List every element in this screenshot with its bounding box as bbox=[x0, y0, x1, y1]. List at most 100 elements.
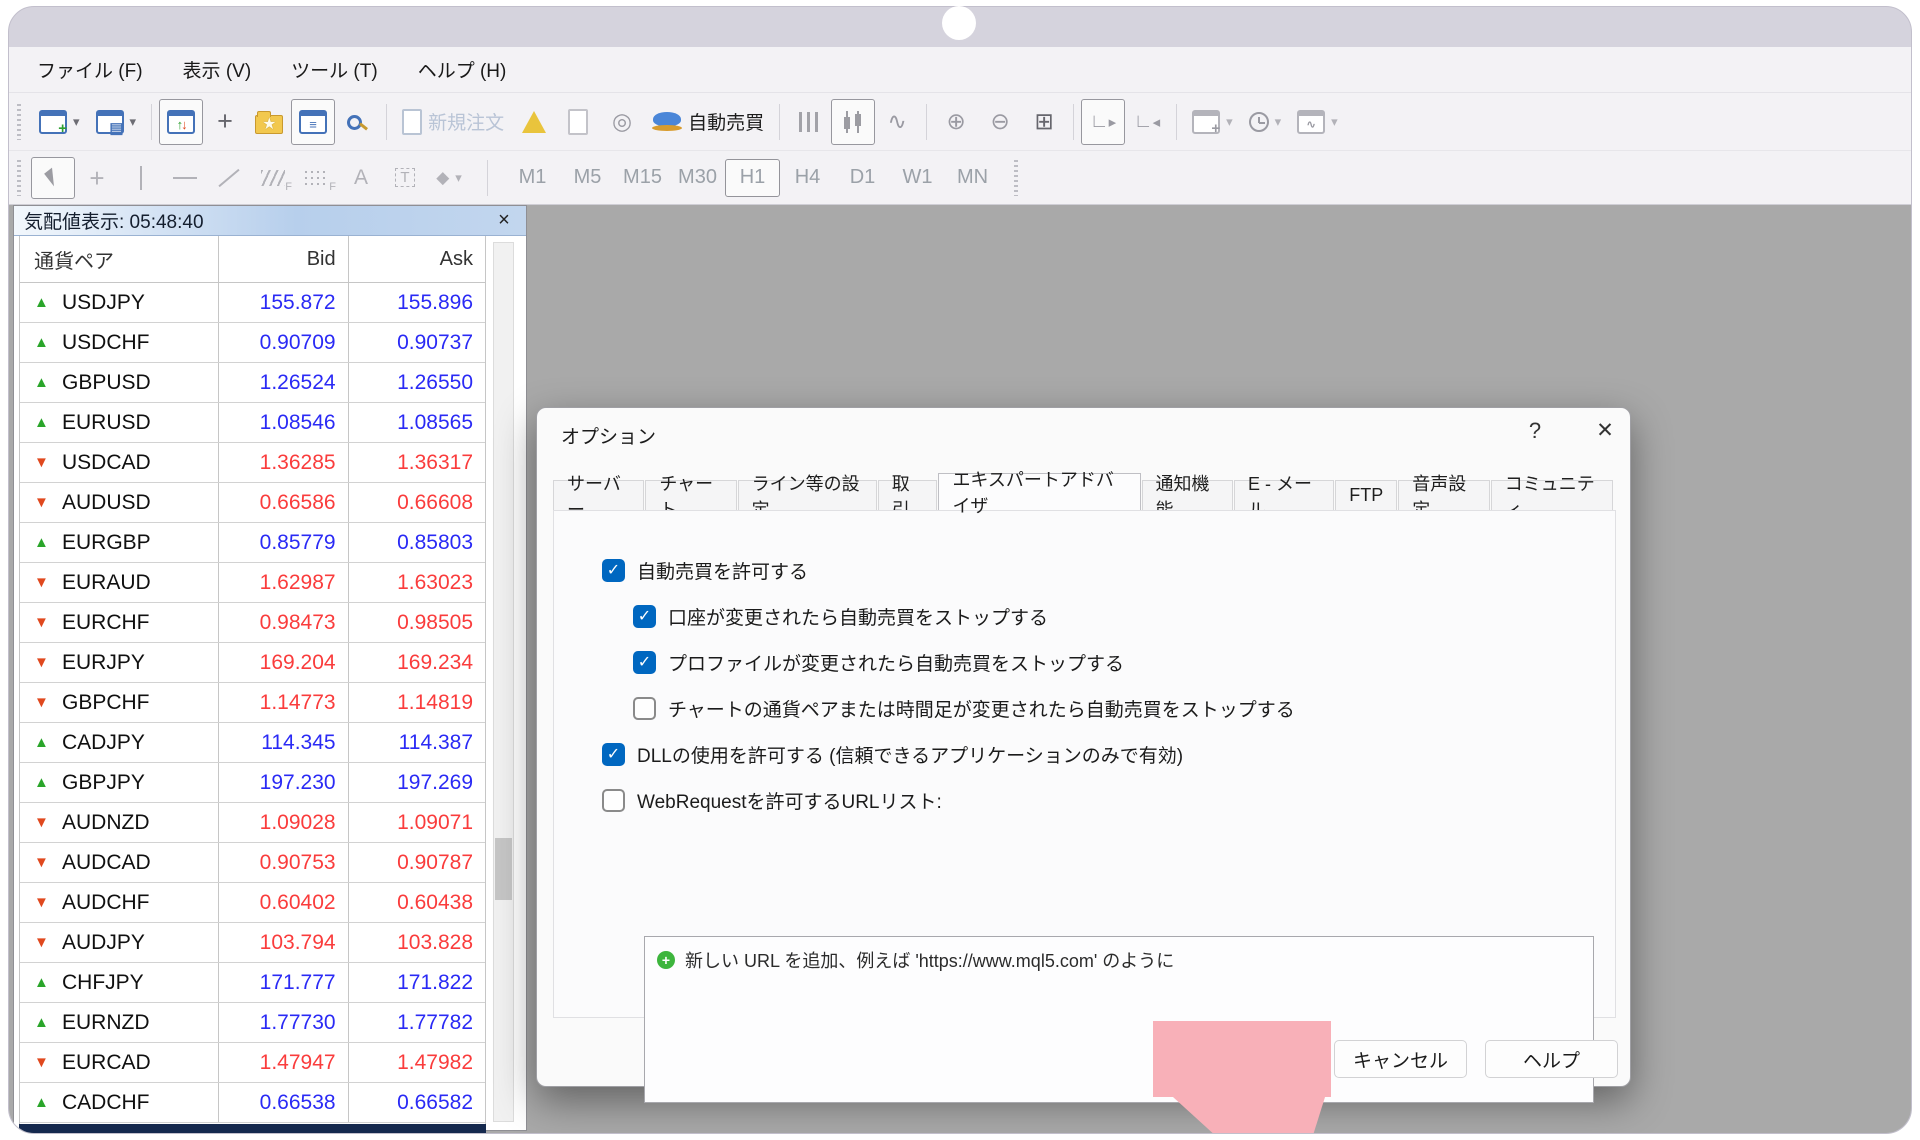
text-label-button[interactable]: T bbox=[383, 155, 427, 201]
market-watch-row[interactable]: ▼ GBPCHF 1.14773 1.14819 bbox=[20, 683, 485, 723]
dialog-help-icon[interactable]: ? bbox=[1517, 418, 1553, 448]
market-watch-row[interactable]: ▲ CADCHF 0.66538 0.66582 bbox=[20, 1083, 485, 1123]
market-watch-titlebar[interactable]: 気配値表示: 05:48:40 × bbox=[14, 206, 526, 236]
dialog-tab[interactable]: チャート bbox=[645, 480, 736, 510]
timeframe-button-m1[interactable]: M1 bbox=[505, 159, 560, 197]
candlestick-chart-button[interactable] bbox=[831, 99, 875, 145]
timeframe-button-m5[interactable]: M5 bbox=[560, 159, 615, 197]
url-add-row[interactable]: + 新しい URL を追加、例えば 'https://www.mql5.com'… bbox=[645, 937, 1593, 983]
metaeditor-button[interactable] bbox=[512, 99, 556, 145]
terminal-toggle-button[interactable]: ≡ bbox=[291, 99, 335, 145]
dialog-tab[interactable]: 通知機能 bbox=[1142, 480, 1233, 510]
cancel-button[interactable]: キャンセル bbox=[1334, 1040, 1467, 1078]
sound-alert-button[interactable]: ◎ bbox=[600, 99, 644, 145]
strategy-tester-button[interactable] bbox=[335, 99, 379, 145]
column-header-symbol[interactable]: 通貨ペア bbox=[20, 236, 219, 282]
market-watch-row[interactable]: ▼ EURJPY 169.204 169.234 bbox=[20, 643, 485, 683]
dialog-tab[interactable]: サーバー bbox=[553, 480, 644, 510]
dialog-tab[interactable]: ライン等の設定 bbox=[738, 480, 877, 510]
menu-item[interactable]: ファイル (F) bbox=[25, 56, 171, 83]
market-watch-row[interactable]: ▲ GBPUSD 1.26524 1.26550 bbox=[20, 363, 485, 403]
dialog-tab[interactable]: エキスパートアドバイザ bbox=[938, 473, 1140, 510]
market-watch-row[interactable]: ▲ CHFJPY 171.777 171.822 bbox=[20, 963, 485, 1003]
new-chart-button[interactable]: + ▾ bbox=[31, 99, 88, 145]
market-watch-header-row[interactable]: 通貨ペア Bid Ask bbox=[20, 236, 485, 283]
zoom-in-button[interactable]: ⊕ bbox=[934, 99, 978, 145]
market-watch-row[interactable]: ▼ AUDUSD 0.66586 0.66608 bbox=[20, 483, 485, 523]
toolbar-grip[interactable] bbox=[17, 160, 21, 196]
text-button[interactable]: A bbox=[339, 155, 383, 201]
market-watch-row[interactable]: ▲ EURUSD 1.08546 1.08565 bbox=[20, 403, 485, 443]
trendline-button[interactable] bbox=[207, 155, 251, 201]
timeframe-button-d1[interactable]: D1 bbox=[835, 159, 890, 197]
market-watch-toggle-button[interactable]: ↑↓ bbox=[159, 99, 203, 145]
market-watch-row[interactable]: ▼ EURAUD 1.62987 1.63023 bbox=[20, 563, 485, 603]
market-watch-row[interactable]: ▼ AUDCAD 0.90753 0.90787 bbox=[20, 843, 485, 883]
market-watch-row[interactable]: ▲ GBPJPY 197.230 197.269 bbox=[20, 763, 485, 803]
scrollbar-thumb[interactable] bbox=[495, 838, 512, 900]
chart-shift-button[interactable]: ∟◂ bbox=[1125, 99, 1169, 145]
print-preview-button[interactable] bbox=[556, 99, 600, 145]
timeframe-button-w1[interactable]: W1 bbox=[890, 159, 945, 197]
crosshair-button[interactable]: + bbox=[75, 155, 119, 201]
indicators-button[interactable]: + ▾ bbox=[1184, 99, 1241, 145]
market-watch-row[interactable]: ▼ EURCAD 1.47947 1.47982 bbox=[20, 1043, 485, 1083]
market-watch-row[interactable]: ▲ USDJPY 155.872 155.896 bbox=[20, 283, 485, 323]
timeframe-button-mn[interactable]: MN bbox=[945, 159, 1000, 197]
toolbar-grip[interactable] bbox=[1014, 160, 1018, 196]
dialog-tab[interactable]: コミュニティ bbox=[1491, 480, 1613, 510]
cursor-button[interactable] bbox=[31, 157, 75, 199]
auto-trading-button[interactable]: 自動売買 bbox=[644, 99, 772, 145]
navigator-button[interactable]: ★ bbox=[247, 99, 291, 145]
auto-scroll-button[interactable]: ∟▸ bbox=[1081, 99, 1125, 145]
tile-windows-button[interactable]: ⊞ bbox=[1022, 99, 1066, 145]
timeframe-button-h1[interactable]: H1 bbox=[725, 159, 780, 197]
shapes-button[interactable]: ◆ ▾ bbox=[427, 155, 471, 201]
toolbar-grip[interactable] bbox=[17, 104, 21, 140]
market-watch-row[interactable]: ▼ AUDCHF 0.60402 0.60438 bbox=[20, 883, 485, 923]
templates-button[interactable]: ∿ ▾ bbox=[1289, 99, 1346, 145]
checkbox[interactable]: ✓ bbox=[602, 743, 625, 766]
help-button[interactable]: ヘルプ bbox=[1485, 1040, 1618, 1078]
column-header-ask[interactable]: Ask bbox=[349, 236, 485, 282]
zoom-out-button[interactable]: ⊖ bbox=[978, 99, 1022, 145]
market-watch-row[interactable]: ▲ CADJPY 114.345 114.387 bbox=[20, 723, 485, 763]
dialog-tab[interactable]: E - メール bbox=[1234, 480, 1334, 510]
menu-item[interactable]: 表示 (V) bbox=[171, 56, 280, 83]
periods-button[interactable]: ▾ bbox=[1241, 99, 1290, 145]
timeframe-button-m15[interactable]: M15 bbox=[615, 159, 670, 197]
menu-item[interactable]: ヘルプ (H) bbox=[406, 56, 535, 83]
fibonacci-button[interactable] bbox=[251, 155, 295, 201]
market-watch-row[interactable]: ▼ AUDNZD 1.09028 1.09071 bbox=[20, 803, 485, 843]
dialog-tab[interactable]: FTP bbox=[1335, 480, 1397, 510]
menu-item[interactable]: ツール (T) bbox=[279, 56, 406, 83]
checkbox[interactable]: ✓ bbox=[633, 605, 656, 628]
market-watch-row[interactable]: ▲ USDCHF 0.90709 0.90737 bbox=[20, 323, 485, 363]
checkbox[interactable] bbox=[602, 789, 625, 812]
bar-chart-button[interactable] bbox=[787, 99, 831, 145]
market-watch-scrollbar[interactable] bbox=[493, 242, 514, 1122]
profiles-button[interactable]: ▤ ▾ bbox=[88, 99, 145, 145]
market-watch-row[interactable]: ▼ AUDJPY 103.794 103.828 bbox=[20, 923, 485, 963]
dialog-tab[interactable]: 音声設定 bbox=[1398, 480, 1489, 510]
ask-price: 103.828 bbox=[349, 923, 485, 962]
close-icon[interactable]: × bbox=[492, 209, 516, 232]
dialog-close-icon[interactable]: ✕ bbox=[1587, 418, 1623, 448]
data-window-button[interactable]: + bbox=[203, 99, 247, 145]
checkbox[interactable]: ✓ bbox=[633, 651, 656, 674]
market-watch-row[interactable]: ▲ EURNZD 1.77730 1.77782 bbox=[20, 1003, 485, 1043]
market-watch-row[interactable]: ▼ EURCHF 0.98473 0.98505 bbox=[20, 603, 485, 643]
column-header-bid[interactable]: Bid bbox=[219, 236, 348, 282]
checkbox[interactable]: ✓ bbox=[602, 559, 625, 582]
line-chart-button[interactable]: ∿ bbox=[875, 99, 919, 145]
timeframe-button-m30[interactable]: M30 bbox=[670, 159, 725, 197]
timeframe-button-h4[interactable]: H4 bbox=[780, 159, 835, 197]
checkbox[interactable] bbox=[633, 697, 656, 720]
market-watch-row[interactable]: ▲ EURGBP 0.85779 0.85803 bbox=[20, 523, 485, 563]
vertical-line-button[interactable] bbox=[119, 155, 163, 201]
horizontal-line-button[interactable] bbox=[163, 155, 207, 201]
dialog-tab[interactable]: 取引 bbox=[878, 480, 938, 510]
channel-button[interactable] bbox=[295, 155, 339, 201]
market-watch-row[interactable]: ▼ USDCAD 1.36285 1.36317 bbox=[20, 443, 485, 483]
new-order-button[interactable]: 新規注文 bbox=[394, 99, 512, 145]
